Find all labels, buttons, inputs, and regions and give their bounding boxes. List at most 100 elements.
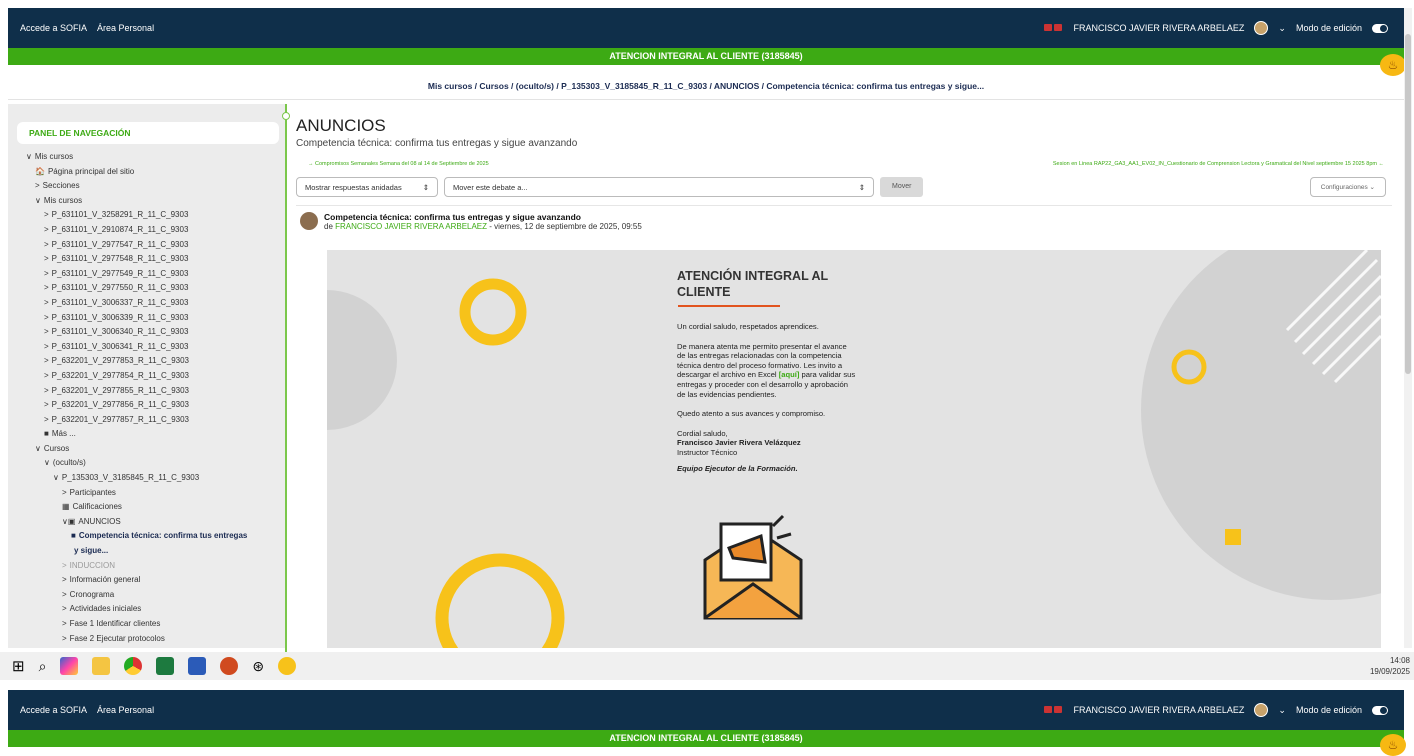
sidebar-item[interactable]: y sigue... (8, 544, 287, 559)
edit-mode-toggle[interactable] (1372, 23, 1388, 33)
next-discussion-link[interactable]: Sesion en Linea RAP22_GA3_AA1_EV02_IN_Cu… (1053, 161, 1384, 167)
file-explorer-icon[interactable] (92, 657, 111, 675)
nav-link-area-personal[interactable]: Área Personal (97, 705, 154, 715)
tree-marker-icon: > (62, 619, 67, 628)
copilot-icon[interactable] (60, 657, 79, 675)
post-title: Competencia técnica: confirma tus entreg… (324, 212, 581, 222)
sidebar-item[interactable]: > P_632201_V_2977853_R_11_C_9303 (8, 354, 287, 369)
sidebar-item[interactable]: > P_631101_V_2910874_R_11_C_9303 (8, 223, 287, 238)
sidebar-item[interactable]: > Información general (8, 573, 287, 588)
chevron-down-icon[interactable]: ⌄ (1278, 23, 1286, 34)
sidebar-item[interactable]: ∨ (oculto/s) (8, 456, 287, 471)
tree-marker-icon: > (62, 604, 67, 614)
sidebar-item[interactable]: > P_631101_V_3006340_R_11_C_9303 (8, 325, 287, 340)
avatar[interactable] (300, 212, 318, 230)
user-name[interactable]: FRANCISCO JAVIER RIVERA ARBELAEZ (1074, 23, 1245, 33)
sidebar-item[interactable]: ∨▣ ANUNCIOS (8, 515, 287, 530)
sidebar-item[interactable]: ∨ Cursos (8, 442, 287, 457)
banner-greeting: Un cordial saludo, respetados aprendices… (677, 322, 819, 331)
sidebar-item-label: Cursos (43, 443, 70, 453)
excel-icon[interactable] (156, 657, 175, 675)
sidebar-item[interactable]: > Actividades iniciales (8, 602, 287, 617)
sidebar-item[interactable]: ∨ Mis cursos (8, 194, 287, 209)
tree-marker-icon: > (44, 283, 49, 293)
move-button[interactable]: Mover (880, 177, 924, 197)
tree-marker-icon: > (44, 210, 49, 220)
sidebar-item[interactable]: > Participantes (8, 486, 287, 501)
help-icon[interactable]: ♨ (1380, 734, 1406, 756)
post-meta: de FRANCISCO JAVIER RIVERA ARBELAEZ - vi… (324, 222, 642, 231)
sidebar: PANEL DE NAVEGACIÓN ∨ Mis cursos 🏠 Página p… (8, 104, 287, 648)
sidebar-item[interactable]: > P_631101_V_3006337_R_11_C_9303 (8, 296, 287, 311)
sidebar-item[interactable]: ∨ Mis cursos (8, 150, 287, 165)
sidebar-item-label: (oculto/s) (52, 458, 86, 468)
sidebar-item[interactable]: ■ Competencia técnica: confirma tus entre… (8, 529, 287, 544)
sidebar-item[interactable]: > P_631101_V_3006339_R_11_C_9303 (8, 311, 287, 326)
settings-button[interactable]: Configuraciones ⌄ (1309, 177, 1386, 197)
sidebar-item[interactable]: > Fase 1 Identificar clientes (8, 617, 287, 632)
system-clock[interactable]: 14:08 19/09/2025 (1370, 652, 1410, 677)
search-icon[interactable]: ⌕ (39, 658, 47, 675)
sidebar-item-label: P_631101_V_3006337_R_11_C_9303 (51, 297, 189, 307)
sidebar-item[interactable]: > P_632201_V_2977855_R_11_C_9303 (8, 384, 287, 399)
top-navbar-duplicate: Accede a SOFIA Área Personal FRANCISCO J… (8, 690, 1404, 730)
chevron-down-icon[interactable]: ⌄ (1278, 705, 1286, 716)
scrollbar[interactable] (1404, 8, 1412, 648)
sidebar-item[interactable]: > P_631101_V_2977548_R_11_C_9303 (8, 252, 287, 267)
language-flags-icon[interactable] (1043, 705, 1064, 715)
avatar[interactable] (1254, 703, 1269, 717)
app-icon[interactable] (278, 657, 297, 675)
sidebar-item[interactable]: ▦ Calificaciones (8, 500, 287, 515)
display-mode-select[interactable]: Mostrar respuestas anidadas ⇕ (296, 177, 438, 197)
word-icon[interactable] (188, 657, 207, 675)
sidebar-item[interactable]: > INDUCCION (8, 559, 287, 574)
post-header: Competencia técnica: confirma tus entreg… (296, 205, 1392, 231)
sidebar-item[interactable]: > Secciones (8, 179, 287, 194)
sidebar-item-label: Información general (69, 575, 141, 585)
tree-marker-icon: 🏠 (35, 166, 45, 176)
sidebar-item[interactable]: > P_631101_V_3258291_R_11_C_9303 (8, 208, 287, 223)
breadcrumb[interactable]: Mis cursos / Cursos / (oculto/s) / P_135… (8, 72, 1404, 100)
select-arrow-icon: ⇕ (858, 182, 865, 192)
sidebar-item[interactable]: ■ Más ... (8, 427, 287, 442)
prev-discussion-link[interactable]: → Compromisos Semanales Semana del 08 al… (308, 161, 489, 167)
sidebar-item[interactable]: > P_631101_V_2977549_R_11_C_9303 (8, 267, 287, 282)
tree-marker-icon: > (44, 356, 49, 366)
sidebar-item[interactable]: ∨ P_135303_V_3185845_R_11_C_9303 (8, 471, 287, 486)
sidebar-item[interactable]: > P_631101_V_3006341_R_11_C_9303 (8, 340, 287, 355)
nav-link-area-personal[interactable]: Área Personal (97, 23, 154, 33)
page-subtitle: Competencia técnica: confirma tus entreg… (296, 138, 578, 149)
move-discussion-select[interactable]: Mover este debate a... ⇕ (444, 177, 874, 197)
language-flags-icon[interactable] (1043, 23, 1064, 33)
sidebar-item[interactable]: > Cronograma (8, 588, 287, 603)
chrome-icon[interactable] (124, 657, 143, 675)
sidebar-item[interactable]: 🏠 Página principal del sitio (8, 165, 287, 180)
select-arrow-icon: ⇕ (422, 182, 429, 192)
tree-marker-icon: > (44, 254, 49, 264)
nav-link-sofia[interactable]: Accede a SOFIA (20, 23, 87, 33)
powerpoint-icon[interactable] (220, 657, 239, 675)
sidebar-item-label: P_632201_V_2977855_R_11_C_9303 (51, 385, 189, 395)
nav-panel-title: PANEL DE NAVEGACIÓN (17, 122, 279, 144)
post-author-link[interactable]: FRANCISCO JAVIER RIVERA ARBELAEZ (335, 222, 487, 231)
sidebar-item[interactable]: > P_632201_V_2977857_R_11_C_9303 (8, 413, 287, 428)
nav-link-sofia[interactable]: Accede a SOFIA (20, 705, 87, 715)
tree-marker-icon: > (35, 181, 40, 191)
sidebar-item[interactable]: > Fase 2 Ejecutar protocolos (8, 632, 287, 647)
sidebar-item[interactable]: > P_632201_V_2977854_R_11_C_9303 (8, 369, 287, 384)
tree-marker-icon: > (62, 589, 67, 599)
avatar[interactable] (1254, 21, 1269, 35)
sidebar-item[interactable]: > P_632201_V_2977856_R_11_C_9303 (8, 398, 287, 413)
edit-mode-toggle[interactable] (1372, 705, 1388, 715)
sidebar-item-label: P_631101_V_2977550_R_11_C_9303 (51, 283, 189, 293)
sidebar-item[interactable]: > P_631101_V_2977547_R_11_C_9303 (8, 238, 287, 253)
tree-marker-icon: > (62, 575, 67, 585)
tree-marker-icon: > (44, 268, 49, 278)
sidebar-item-label: P_135303_V_3185845_R_11_C_9303 (61, 473, 200, 483)
user-name[interactable]: FRANCISCO JAVIER RIVERA ARBELAEZ (1074, 705, 1245, 715)
tree-marker-icon: ■ (71, 531, 76, 541)
windows-start-icon[interactable]: ⊞ (12, 657, 25, 675)
excel-download-link[interactable]: [aquí] (779, 370, 800, 379)
sidebar-item[interactable]: > P_631101_V_2977550_R_11_C_9303 (8, 281, 287, 296)
chatgpt-icon[interactable]: ⊛ (252, 658, 264, 675)
